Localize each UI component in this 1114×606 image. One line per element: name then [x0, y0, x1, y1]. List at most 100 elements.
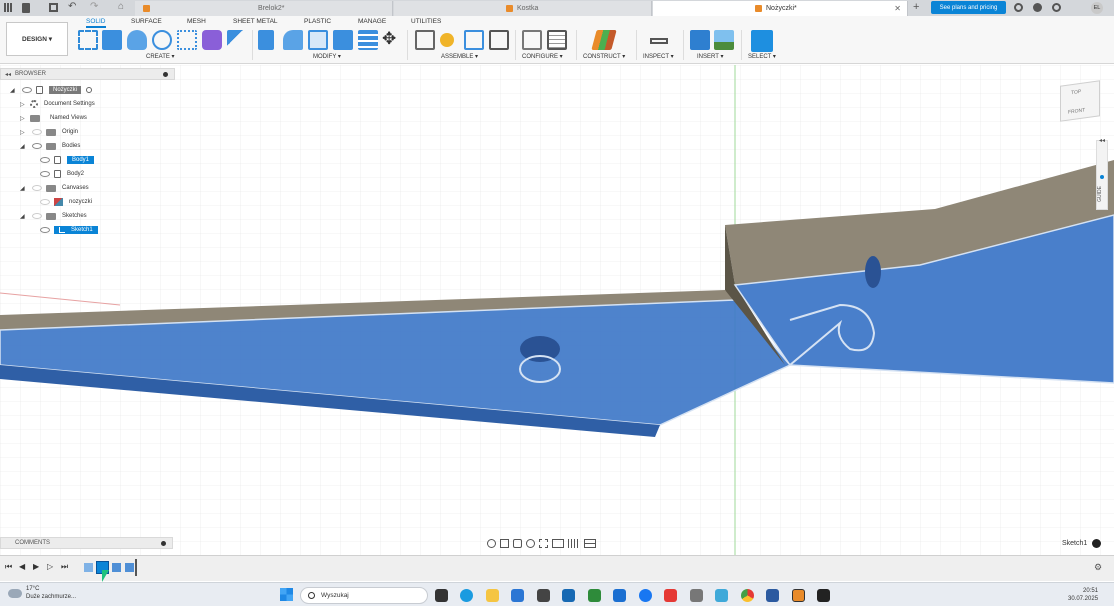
workspace-switcher[interactable]: DESIGN ▾ — [6, 22, 68, 56]
collapse-icon[interactable]: ◢ — [20, 213, 28, 220]
active-sketch-status[interactable]: Sketch1 — [1062, 539, 1102, 548]
collapse-icon[interactable]: ◢ — [20, 185, 28, 192]
comments-pin-icon[interactable] — [161, 541, 166, 546]
app-cube-icon[interactable] — [537, 589, 550, 602]
tab-nozyczki[interactable]: Nożyczki* ✕ — [653, 1, 908, 16]
step-back-icon[interactable]: ◀ — [19, 562, 25, 571]
hole-icon[interactable] — [152, 30, 172, 50]
construct-menu[interactable]: CONSTRUCT ▾ — [583, 53, 625, 60]
assemble-menu[interactable]: ASSEMBLE ▾ — [441, 53, 478, 60]
tab-solid[interactable]: SOLID — [86, 18, 106, 28]
look-at-icon[interactable] — [500, 538, 509, 548]
browser-root[interactable]: ◢ Nożyczki — [10, 83, 175, 97]
browser-item-sketch1[interactable]: Sketch1 — [10, 223, 175, 237]
browser-item-bodies[interactable]: ◢ Bodies — [10, 139, 175, 153]
collapse-icon[interactable]: ◢ — [10, 87, 18, 94]
youtube-icon[interactable] — [664, 589, 677, 602]
revolve-icon[interactable] — [127, 30, 147, 50]
insert-canvas-icon[interactable] — [714, 30, 734, 50]
visibility-icon[interactable] — [40, 171, 50, 177]
play-icon[interactable]: ▶ — [33, 562, 39, 571]
browser-header[interactable]: ◂◂ BROWSER — [0, 68, 175, 80]
configure-menu[interactable]: CONFIGURE ▾ — [522, 53, 563, 60]
expand-icon[interactable]: ▷ — [20, 115, 28, 122]
create-sketch-icon[interactable] — [78, 30, 98, 50]
configure-icon[interactable] — [522, 30, 542, 50]
create-menu[interactable]: CREATE ▾ — [146, 53, 175, 60]
phone-link-icon[interactable] — [715, 589, 728, 602]
derive-icon[interactable] — [227, 30, 247, 50]
orbit-icon[interactable] — [487, 538, 496, 548]
tab-manage[interactable]: MANAGE — [358, 18, 386, 25]
undo-icon[interactable]: ↶ — [68, 1, 76, 12]
go-to-start-icon[interactable]: ⏮ — [5, 562, 12, 572]
split-body-icon[interactable] — [358, 30, 378, 50]
visibility-icon[interactable] — [32, 213, 42, 219]
browser-item-origin[interactable]: ▷ Origin — [10, 125, 175, 139]
extensions-icon[interactable] — [1014, 3, 1023, 12]
expand-icon[interactable]: ▷ — [20, 101, 28, 108]
calendar-icon[interactable] — [613, 589, 626, 602]
close-tab-icon[interactable]: ✕ — [894, 4, 901, 13]
offset-plane-icon[interactable] — [591, 30, 617, 50]
facebook-icon[interactable] — [639, 589, 652, 602]
activate-icon[interactable] — [86, 87, 93, 93]
weather-widget[interactable]: 17°C Duże zachmurze... — [8, 585, 76, 601]
notifications-icon[interactable] — [1033, 3, 1042, 12]
view-cube[interactable]: TOP FRONT — [1060, 80, 1100, 122]
inspect-menu[interactable]: INSPECT ▾ — [643, 53, 674, 60]
visibility-icon[interactable] — [40, 199, 50, 205]
browser-item-sketches[interactable]: ◢ Sketches — [10, 209, 175, 223]
pattern-icon[interactable] — [177, 30, 197, 50]
help-icon[interactable] — [1052, 3, 1061, 12]
redo-icon[interactable]: ↷ — [90, 1, 98, 12]
browser-item-document-settings[interactable]: ▷ Document Settings — [10, 97, 175, 111]
grid-settings-icon[interactable] — [568, 538, 580, 548]
move-icon[interactable]: ✥ — [382, 29, 396, 49]
browser-item-body1[interactable]: Body1 — [10, 153, 175, 167]
start-icon[interactable] — [280, 588, 293, 601]
comments-panel[interactable]: COMMENTS — [0, 537, 173, 549]
store-icon[interactable] — [511, 589, 524, 602]
fit-icon[interactable] — [539, 538, 548, 548]
visibility-icon[interactable] — [40, 157, 50, 163]
visibility-icon[interactable] — [40, 227, 50, 233]
visibility-icon[interactable] — [32, 129, 42, 135]
see-plans-button[interactable]: See plans and pricing — [931, 1, 1006, 14]
view-cube-front[interactable]: FRONT — [1068, 107, 1085, 115]
go-to-end-icon[interactable]: ⏭ — [61, 562, 68, 572]
viewports-icon[interactable] — [584, 538, 596, 548]
browser-item-nozyczki-canvas[interactable]: nozyczki — [10, 195, 175, 209]
tab-brelok2[interactable]: Brelok2* — [135, 1, 393, 16]
tab-plastic[interactable]: PLASTIC — [304, 18, 331, 25]
printer-icon[interactable] — [690, 589, 703, 602]
collapse-icon[interactable]: ◢ — [20, 143, 28, 150]
visibility-icon[interactable] — [22, 87, 32, 93]
paint-icon[interactable] — [766, 589, 779, 602]
joint-origin-icon[interactable] — [489, 30, 509, 50]
pan-icon[interactable] — [513, 538, 522, 548]
cura-icon[interactable] — [817, 589, 830, 602]
fusion360-icon[interactable] — [792, 589, 805, 602]
browser-item-body2[interactable]: Body2 — [10, 167, 175, 181]
combine-icon[interactable] — [333, 30, 353, 50]
modify-menu[interactable]: MODIFY ▾ — [313, 53, 341, 60]
visibility-icon[interactable] — [32, 143, 42, 149]
timeline-marker[interactable] — [135, 559, 137, 576]
task-view-icon[interactable] — [435, 589, 448, 602]
step-forward-icon[interactable]: ▷ — [47, 562, 53, 571]
tab-surface[interactable]: SURFACE — [131, 18, 162, 25]
tab-utilities[interactable]: UTILITIES — [411, 18, 441, 25]
shell-icon[interactable] — [308, 30, 328, 50]
extrude-icon[interactable] — [102, 30, 122, 50]
file-explorer-icon[interactable] — [486, 589, 499, 602]
form-icon[interactable] — [202, 30, 222, 50]
press-pull-icon[interactable] — [258, 30, 274, 50]
measure-icon[interactable] — [650, 38, 668, 44]
collapse-guide-icon[interactable]: ◂◂ — [1099, 137, 1105, 144]
fillet-icon[interactable] — [283, 30, 303, 50]
insert-menu[interactable]: INSERT ▾ — [697, 53, 723, 60]
visibility-icon[interactable] — [32, 185, 42, 191]
new-tab-icon[interactable]: + — [913, 1, 919, 13]
chrome-icon[interactable] — [741, 589, 754, 602]
